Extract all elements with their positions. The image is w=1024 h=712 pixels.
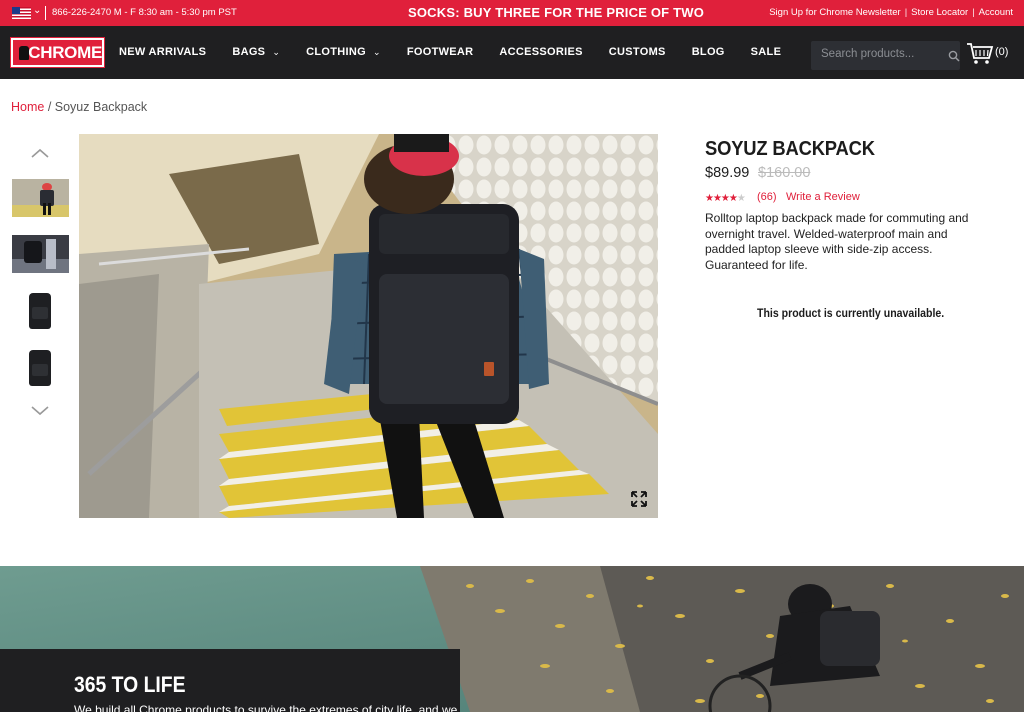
nav-menu: NEW ARRIVALS BAGS ⌄ CLOTHING ⌄ FOOTWEAR AC…	[119, 46, 807, 58]
breadcrumb: Home / Soyuz Backpack	[11, 100, 147, 114]
nav-item-new-arrivals[interactable]: NEW ARRIVALS	[119, 46, 206, 58]
nav-item-blog[interactable]: BLOG	[692, 46, 725, 58]
product-original-price: $160.00	[758, 165, 811, 181]
country-chevron-icon[interactable]: ⌄	[33, 5, 41, 16]
thumbnail-4[interactable]	[12, 349, 69, 387]
nav-item-sale[interactable]: SALE	[751, 46, 782, 58]
thumbnail-3[interactable]	[12, 292, 69, 330]
product-title: SOYUZ BACKPACK	[705, 138, 875, 160]
link-separator: |	[904, 7, 908, 18]
top-links: Sign Up for Chrome Newsletter | Store Lo…	[769, 7, 1013, 18]
store-locator-link[interactable]: Store Locator	[911, 7, 968, 18]
promo-banner-text[interactable]: SOCKS: BUY THREE FOR THE PRICE OF TWO	[408, 5, 704, 20]
nav-item-clothing[interactable]: CLOTHING ⌄	[306, 46, 381, 58]
breadcrumb-separator: /	[44, 100, 55, 114]
main-navigation: CHROME NEW ARRIVALS BAGS ⌄ CLOTHING ⌄ FOOT…	[0, 26, 1024, 79]
thumbnail-1[interactable]	[12, 179, 69, 217]
logo-emblem-icon	[17, 44, 30, 62]
banner-title: 365 TO LIFE	[74, 672, 186, 697]
expand-icon[interactable]	[631, 491, 647, 507]
us-flag-icon[interactable]	[12, 7, 31, 19]
top-promo-bar: ⌄ 866-226-2470 M - F 8:30 am - 5:30 pm P…	[0, 0, 1024, 26]
nav-item-accessories[interactable]: ACCESSORIES	[499, 46, 582, 58]
search-icon[interactable]	[948, 50, 960, 62]
write-review-link[interactable]: Write a Review	[786, 191, 860, 203]
link-separator: |	[972, 7, 975, 18]
star-rating[interactable]: ★★★★★	[705, 193, 746, 204]
cart-icon[interactable]	[966, 41, 994, 65]
chevron-up-icon[interactable]	[29, 146, 51, 160]
nav-item-bags[interactable]: BAGS ⌄	[232, 46, 280, 58]
breadcrumb-home-link[interactable]: Home	[11, 100, 44, 114]
product-description: Rolltop laptop backpack made for commuti…	[705, 211, 969, 273]
chevron-down-icon: ⌄	[272, 46, 281, 57]
chevron-down-icon[interactable]	[29, 404, 51, 418]
nav-item-customs[interactable]: CUSTOMS	[609, 46, 666, 58]
account-link[interactable]: Account	[979, 7, 1013, 18]
nav-item-footwear[interactable]: FOOTWEAR	[407, 46, 474, 58]
stars-filled: ★★★★	[705, 193, 738, 204]
phone-hours: 866-226-2470 M - F 8:30 am - 5:30 pm PST	[52, 7, 237, 18]
unavailable-notice: This product is currently unavailable.	[757, 306, 945, 320]
breadcrumb-current: Soyuz Backpack	[54, 100, 148, 114]
chevron-down-icon: ⌄	[373, 46, 381, 57]
chrome-logo[interactable]: CHROME	[10, 37, 105, 68]
topbar-divider	[45, 6, 46, 20]
search-input[interactable]	[821, 48, 941, 60]
search-box	[811, 41, 960, 70]
newsletter-link[interactable]: Sign Up for Chrome Newsletter	[769, 7, 900, 18]
review-count-link[interactable]: (66)	[757, 191, 777, 203]
thumbnail-2[interactable]	[12, 235, 69, 273]
logo-text: CHROME	[28, 42, 102, 62]
cart-count[interactable]: (0)	[995, 46, 1008, 58]
stars-empty: ★	[736, 193, 746, 204]
product-price: $89.99	[705, 165, 750, 181]
banner-text: We build all Chrome products to survive …	[74, 703, 458, 712]
product-main-image[interactable]	[79, 134, 658, 518]
